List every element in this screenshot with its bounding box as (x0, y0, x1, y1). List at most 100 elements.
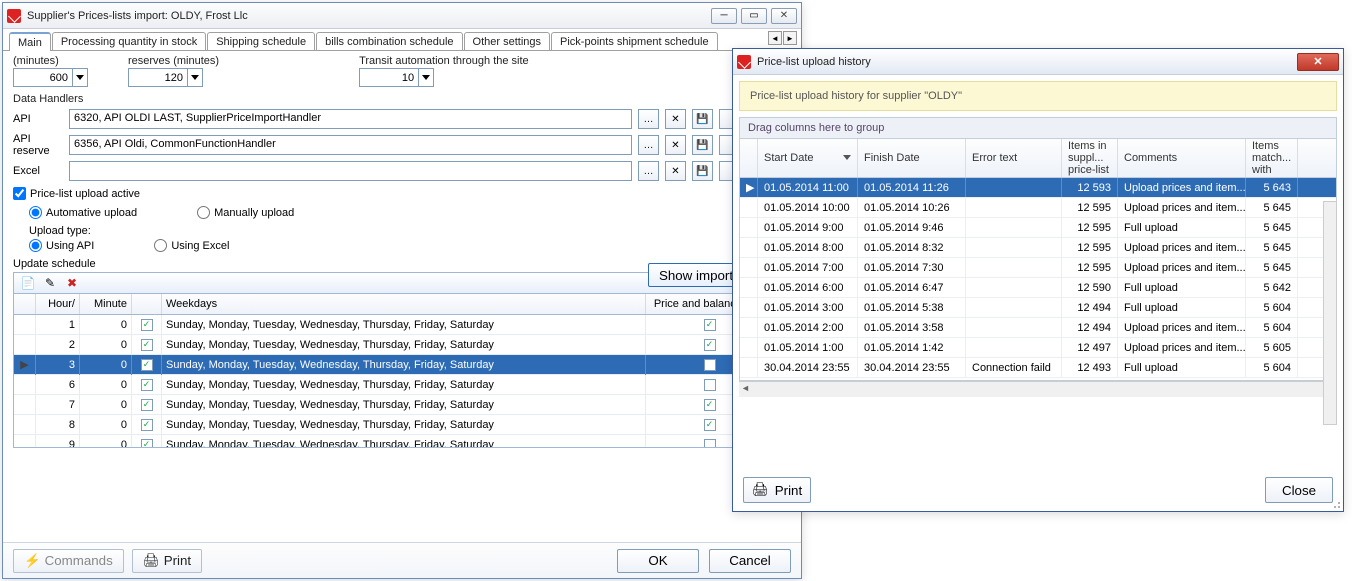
cell-enabled[interactable] (132, 395, 162, 415)
cell-hour[interactable]: 1 (36, 315, 80, 335)
cell-weekdays[interactable]: Sunday, Monday, Tuesday, Wednesday, Thur… (162, 355, 646, 375)
history-group-band[interactable]: Drag columns here to group (739, 117, 1337, 139)
history-row[interactable]: 01.05.2014 1:0001.05.2014 1:4212 497Uplo… (740, 338, 1336, 358)
schedule-row[interactable]: 90Sunday, Monday, Tuesday, Wednesday, Th… (14, 435, 790, 447)
history-row[interactable]: 01.05.2014 3:0001.05.2014 5:3812 494Full… (740, 298, 1336, 318)
using-api-radio[interactable] (29, 239, 42, 252)
api-clear-button[interactable]: ✕ (665, 109, 686, 129)
reserves-input[interactable] (128, 68, 188, 87)
checkbox-icon[interactable] (704, 399, 716, 411)
cell-minute[interactable]: 0 (80, 435, 132, 448)
history-header-finish-date[interactable]: Finish Date (858, 139, 966, 177)
checkbox-icon[interactable] (704, 419, 716, 431)
checkbox-icon[interactable] (141, 419, 153, 431)
history-row[interactable]: 01.05.2014 2:0001.05.2014 3:5812 494Uplo… (740, 318, 1336, 338)
cell-enabled[interactable] (132, 315, 162, 335)
excel-browse-button[interactable]: … (638, 161, 659, 181)
tab-other-settings[interactable]: Other settings (464, 32, 550, 50)
header-hour[interactable]: Hour/ (36, 294, 80, 314)
checkbox-icon[interactable] (141, 319, 153, 331)
history-row[interactable]: 01.05.2014 6:0001.05.2014 6:4712 590Full… (740, 278, 1336, 298)
history-row[interactable]: 30.04.2014 23:5530.04.2014 23:55Connecti… (740, 358, 1336, 378)
cell-minute[interactable]: 0 (80, 315, 132, 335)
cell-hour[interactable]: 3 (36, 355, 80, 375)
reserves-dropdown-button[interactable] (188, 68, 203, 87)
header-minute[interactable]: Minute (80, 294, 132, 314)
ok-button[interactable]: OK (617, 549, 699, 573)
schedule-row[interactable]: ▶30Sunday, Monday, Tuesday, Wednesday, T… (14, 355, 790, 375)
history-row[interactable]: 01.05.2014 10:0001.05.2014 10:2612 595Up… (740, 198, 1336, 218)
schedule-row[interactable]: 10 Sunday, Monday, Tuesday, Wednesday, Th… (14, 315, 790, 335)
history-row[interactable]: 01.05.2014 7:0001.05.2014 7:3012 595Uplo… (740, 258, 1336, 278)
checkbox-icon[interactable] (141, 339, 153, 351)
history-close-button[interactable]: Close (1265, 477, 1333, 503)
api-browse-button[interactable]: … (638, 109, 659, 129)
new-row-icon[interactable]: 📄 (20, 275, 36, 291)
api-reserve-value[interactable]: 6356, API Oldi, CommonFunctionHandler (69, 135, 632, 155)
transit-input[interactable] (359, 68, 419, 87)
schedule-row[interactable]: 60 Sunday, Monday, Tuesday, Wednesday, Th… (14, 375, 790, 395)
cell-enabled[interactable] (132, 435, 162, 448)
cancel-button[interactable]: Cancel (709, 549, 791, 573)
transit-dropdown-button[interactable] (419, 68, 434, 87)
checkbox-icon[interactable] (141, 359, 153, 371)
cell-minute[interactable]: 0 (80, 355, 132, 375)
cell-weekdays[interactable]: Sunday, Monday, Tuesday, Wednesday, Thur… (162, 315, 646, 335)
api-value[interactable]: 6320, API OLDI LAST, SupplierPriceImport… (69, 109, 632, 129)
api-reserve-clear-button[interactable]: ✕ (665, 135, 686, 155)
cell-hour[interactable]: 7 (36, 395, 80, 415)
cell-hour[interactable]: 6 (36, 375, 80, 395)
history-header-items[interactable]: Items in suppl... price-list (1062, 139, 1118, 177)
tab-bills-schedule[interactable]: bills combination schedule (316, 32, 462, 50)
history-vertical-scrollbar[interactable] (1323, 201, 1337, 425)
cell-hour[interactable]: 8 (36, 415, 80, 435)
tab-processing-quantity[interactable]: Processing quantity in stock (52, 32, 206, 50)
close-button[interactable]: ✕ (771, 8, 797, 24)
cell-minute[interactable]: 0 (80, 375, 132, 395)
tab-scroll-right-icon[interactable]: ► (783, 31, 797, 45)
checkbox-icon[interactable] (704, 339, 716, 351)
header-weekdays[interactable]: Weekdays (162, 294, 646, 314)
cell-minute[interactable]: 0 (80, 335, 132, 355)
api-reserve-browse-button[interactable]: … (638, 135, 659, 155)
main-print-button[interactable]: 🖨Print (132, 549, 202, 573)
resize-grip-icon[interactable] (1331, 499, 1341, 509)
checkbox-icon[interactable] (704, 439, 716, 448)
schedule-row[interactable]: 70Sunday, Monday, Tuesday, Wednesday, Th… (14, 395, 790, 415)
history-close-x-button[interactable]: ✕ (1297, 53, 1339, 71)
main-titlebar[interactable]: Supplier's Prices-lists import: OLDY, Fr… (3, 3, 801, 29)
checkbox-icon[interactable] (141, 399, 153, 411)
cell-enabled[interactable] (132, 415, 162, 435)
tab-scroll-left-icon[interactable]: ◄ (768, 31, 782, 45)
history-titlebar[interactable]: Price-list upload history ✕ (733, 49, 1343, 75)
commands-button[interactable]: ⚡Commands (13, 549, 124, 573)
history-header-match[interactable]: Items match... with (1246, 139, 1298, 177)
history-row[interactable]: 01.05.2014 8:0001.05.2014 8:3212 595Uplo… (740, 238, 1336, 258)
tab-main[interactable]: Main (9, 32, 51, 51)
api-reserve-save-button[interactable]: 💾 (692, 135, 713, 155)
schedule-row[interactable]: 20Sunday, Monday, Tuesday, Wednesday, Th… (14, 335, 790, 355)
schedule-row[interactable]: 80 Sunday, Monday, Tuesday, Wednesday, Th… (14, 415, 790, 435)
checkbox-icon[interactable] (704, 359, 716, 371)
manual-upload-radio[interactable] (197, 206, 210, 219)
cell-enabled[interactable] (132, 335, 162, 355)
cell-weekdays[interactable]: Sunday, Monday, Tuesday, Wednesday, Thur… (162, 415, 646, 435)
minutes-dropdown-button[interactable] (73, 68, 88, 87)
checkbox-icon[interactable] (704, 379, 716, 391)
price-list-active-checkbox[interactable] (13, 187, 26, 200)
tab-pick-points[interactable]: Pick-points shipment schedule (551, 32, 718, 50)
excel-clear-button[interactable]: ✕ (665, 161, 686, 181)
minutes-input[interactable] (13, 68, 73, 87)
api-save-button[interactable]: 💾 (692, 109, 713, 129)
edit-row-icon[interactable]: ✎ (42, 275, 58, 291)
cell-weekdays[interactable]: Sunday, Monday, Tuesday, Wednesday, Thur… (162, 375, 646, 395)
excel-value[interactable] (69, 161, 632, 181)
cell-weekdays[interactable]: Sunday, Monday, Tuesday, Wednesday, Thur… (162, 335, 646, 355)
history-horizontal-scrollbar[interactable] (739, 381, 1337, 397)
cell-minute[interactable]: 0 (80, 415, 132, 435)
excel-save-button[interactable]: 💾 (692, 161, 713, 181)
history-row[interactable]: 01.05.2014 9:0001.05.2014 9:4612 595Full… (740, 218, 1336, 238)
delete-row-icon[interactable]: ✖ (64, 275, 80, 291)
cell-weekdays[interactable]: Sunday, Monday, Tuesday, Wednesday, Thur… (162, 435, 646, 448)
checkbox-icon[interactable] (704, 319, 716, 331)
